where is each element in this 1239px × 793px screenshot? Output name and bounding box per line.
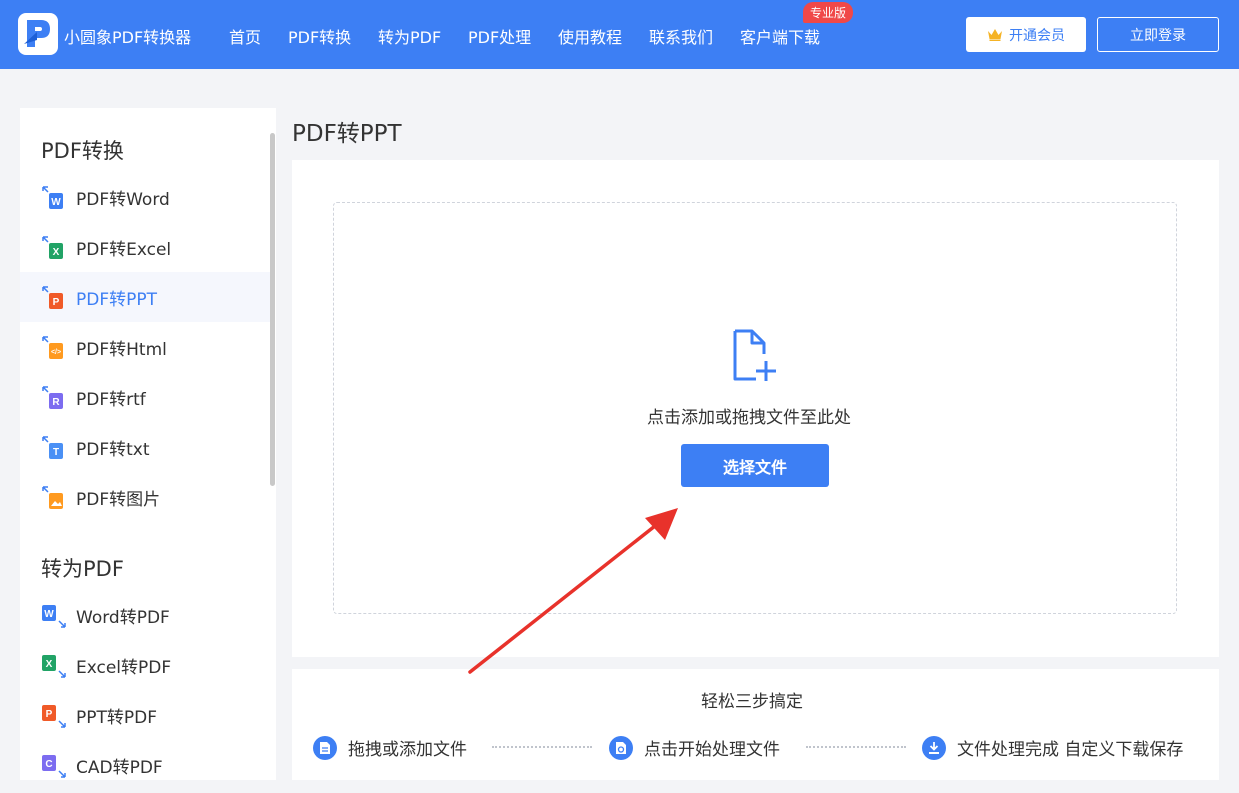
section-title-to-pdf: 转为PDF [41, 557, 124, 581]
nav-to-pdf[interactable]: 转为PDF [378, 24, 441, 48]
ppt-icon: P [42, 286, 63, 309]
sidebar-item-pdf-to-txt[interactable]: T PDF转txt [20, 422, 270, 472]
download-icon [922, 735, 946, 760]
cad-icon: C [42, 755, 66, 778]
step-1: 拖拽或添加文件 [313, 735, 467, 760]
svg-text:R: R [52, 397, 60, 408]
nav-tutorial[interactable]: 使用教程 [558, 24, 622, 48]
sidebar-item-label: PDF转Word [76, 190, 170, 210]
sidebar-item-word-to-pdf[interactable]: W Word转PDF [20, 590, 270, 640]
sidebar: PDF转换 W PDF转Word X PDF转Excel P PDF转PPT <… [20, 108, 276, 780]
word-icon: W [42, 605, 66, 628]
svg-text:</>: </> [51, 349, 61, 356]
sidebar-item-pdf-to-image[interactable]: PDF转图片 [20, 472, 270, 522]
file-icon [313, 735, 337, 760]
sidebar-item-cad-to-pdf[interactable]: C CAD转PDF [20, 740, 270, 780]
svg-text:X: X [53, 247, 60, 258]
step-1-label: 拖拽或添加文件 [348, 740, 467, 760]
sidebar-item-pdf-to-ppt[interactable]: P PDF转PPT [20, 272, 270, 322]
word-icon: W [42, 186, 63, 209]
step-divider [806, 746, 906, 748]
nav-pdf-process[interactable]: PDF处理 [468, 24, 531, 48]
step-3-label: 文件处理完成 自定义下载保存 [957, 740, 1184, 760]
sidebar-item-pdf-to-html[interactable]: </> PDF转Html [20, 322, 270, 372]
sidebar-item-label: PDF转Excel [76, 240, 172, 260]
svg-text:P: P [53, 297, 60, 308]
html-icon: </> [42, 336, 63, 359]
nav-contact[interactable]: 联系我们 [649, 24, 713, 48]
svg-text:P: P [46, 709, 53, 720]
select-file-label: 选择文件 [722, 457, 787, 477]
step-2: 点击开始处理文件 [609, 735, 780, 760]
page-title: PDF转PPT [292, 121, 402, 147]
red-arrow-annotation [468, 508, 678, 674]
sidebar-item-label: CAD转PDF [76, 758, 163, 778]
app-logo[interactable] [18, 13, 58, 55]
steps-card [292, 669, 1219, 780]
brand-name[interactable]: 小圆象PDF转换器 [64, 24, 191, 48]
add-file-icon [733, 329, 776, 381]
login-button[interactable]: 立即登录 [1097, 17, 1219, 52]
sidebar-item-label: PDF转rtf [76, 390, 146, 410]
sidebar-item-ppt-to-pdf[interactable]: P PPT转PDF [20, 690, 270, 740]
vip-button[interactable]: 开通会员 [966, 17, 1086, 52]
nav-client-download[interactable]: 客户端下载 [740, 24, 820, 48]
sidebar-item-label: Excel转PDF [76, 658, 172, 678]
vip-label: 开通会员 [1009, 27, 1065, 44]
sidebar-item-label: PDF转txt [76, 440, 150, 460]
crown-icon [988, 29, 1002, 41]
svg-text:W: W [44, 609, 54, 620]
steps-title: 轻松三步搞定 [701, 692, 803, 712]
step-3: 文件处理完成 自定义下载保存 [922, 735, 1183, 760]
nav-pdf-convert[interactable]: PDF转换 [288, 24, 351, 48]
txt-icon: T [42, 436, 63, 459]
excel-icon: X [42, 655, 66, 678]
section-title-pdf-convert: PDF转换 [41, 139, 124, 163]
process-icon [609, 735, 633, 760]
sidebar-item-label: PPT转PDF [76, 708, 158, 728]
ppt-icon: P [42, 705, 66, 728]
step-divider [492, 746, 592, 748]
image-icon [42, 486, 63, 509]
pro-badge: 专业版 [803, 2, 854, 23]
svg-text:C: C [45, 759, 52, 770]
sidebar-item-label: PDF转PPT [76, 290, 158, 310]
svg-text:T: T [53, 447, 59, 458]
excel-icon: X [42, 236, 63, 259]
sidebar-item-pdf-to-word[interactable]: W PDF转Word [20, 172, 270, 222]
svg-text:X: X [46, 659, 53, 670]
sidebar-item-excel-to-pdf[interactable]: X Excel转PDF [20, 640, 270, 690]
sidebar-item-label: Word转PDF [76, 608, 170, 628]
sidebar-scrollbar[interactable] [270, 133, 275, 486]
svg-text:W: W [51, 197, 61, 208]
select-file-button[interactable]: 选择文件 [681, 444, 829, 487]
step-2-label: 点击开始处理文件 [644, 740, 780, 760]
login-label: 立即登录 [1130, 27, 1186, 44]
sidebar-item-label: PDF转图片 [76, 490, 161, 510]
rtf-icon: R [42, 386, 63, 409]
nav-home[interactable]: 首页 [229, 24, 261, 48]
sidebar-item-label: PDF转Html [76, 340, 167, 360]
sidebar-item-pdf-to-rtf[interactable]: R PDF转rtf [20, 372, 270, 422]
sidebar-item-pdf-to-excel[interactable]: X PDF转Excel [20, 222, 270, 272]
